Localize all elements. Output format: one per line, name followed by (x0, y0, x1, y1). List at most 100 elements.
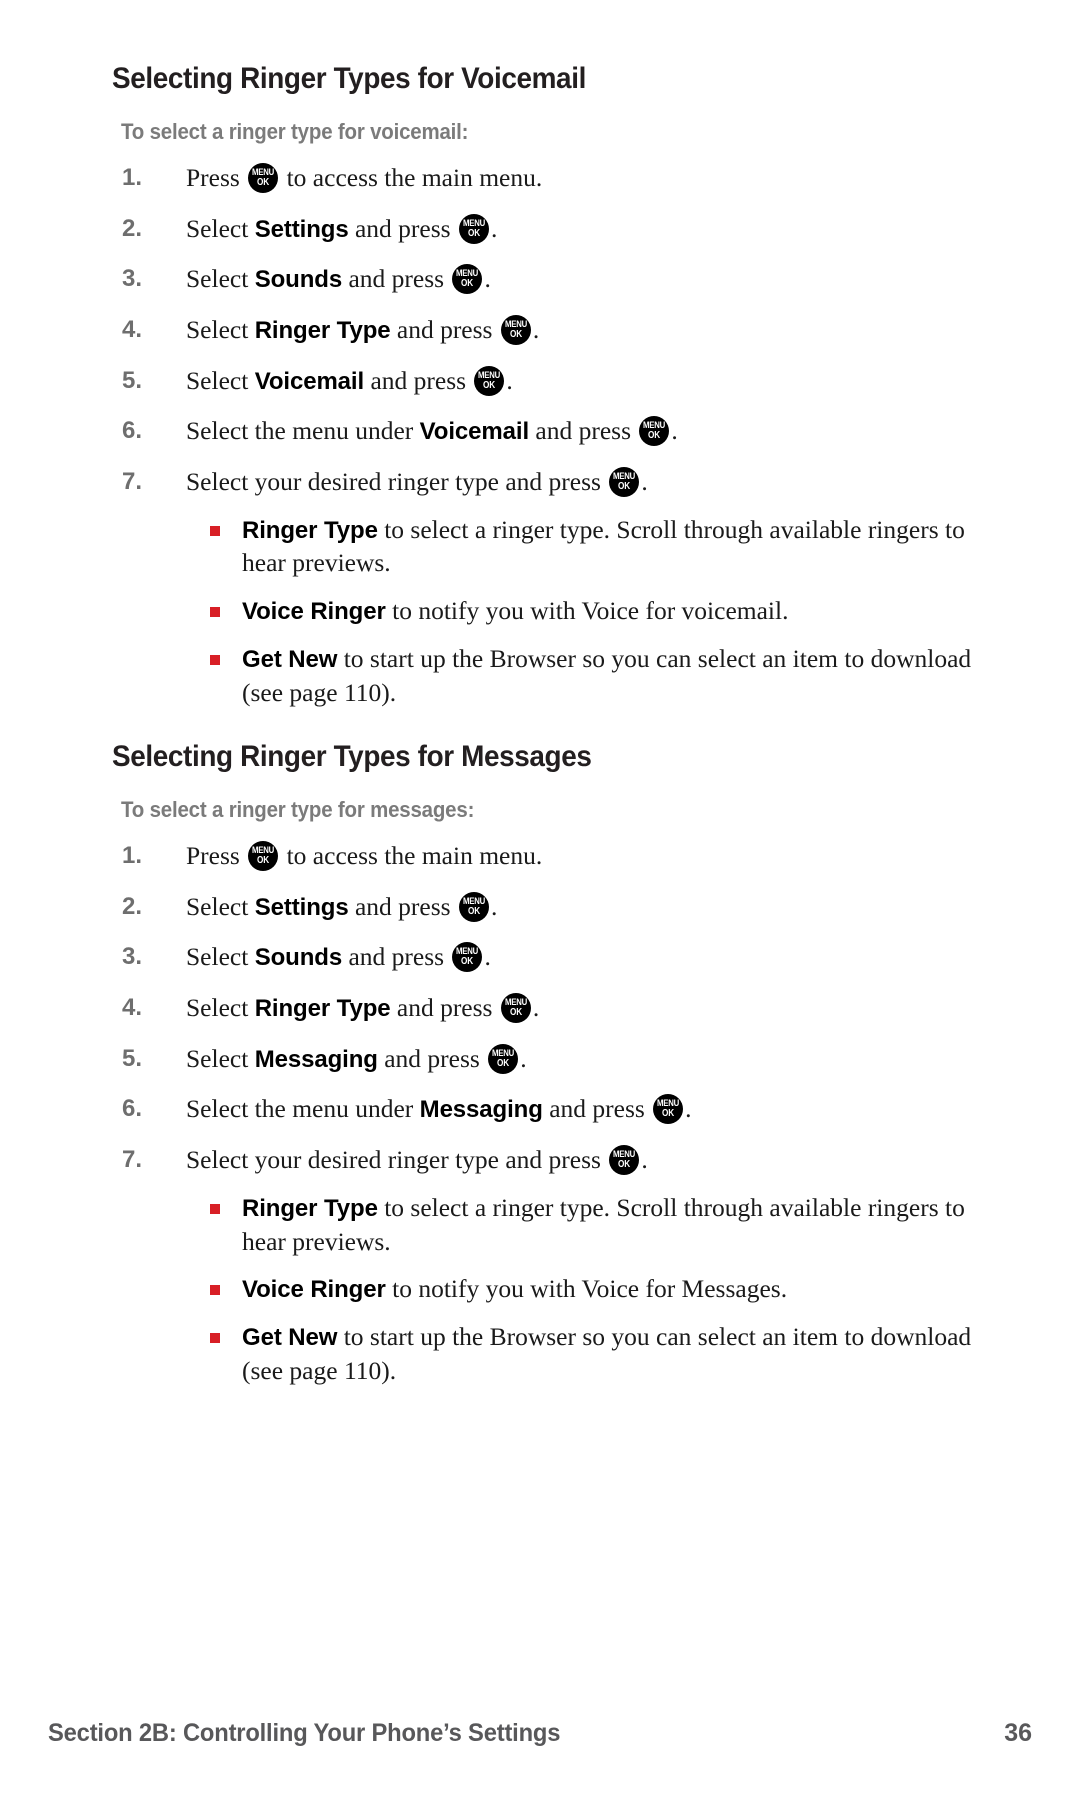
step-text-post: . (490, 891, 498, 921)
menu-ok-key-label-bottom: OK (509, 1006, 522, 1018)
step-text-mid: and press (390, 992, 499, 1022)
list-item: 5. Select Voicemail and press MENU OK. (112, 364, 972, 398)
menu-ok-key-icon: MENU OK (248, 162, 279, 193)
list-item: Get New to start up the Browser so you c… (208, 642, 972, 710)
step-text-post: to access the main menu. (280, 840, 543, 870)
list-item: 5. Select Messaging and press MENU OK. (112, 1042, 972, 1076)
menu-term: Sounds (254, 944, 343, 972)
option-description: to notify you with Voice for Messages. (385, 1274, 788, 1304)
step-text: Select your desired ringer type and pres… (186, 465, 972, 499)
step-text-mid: and press (348, 213, 457, 243)
step-number: 2. (122, 214, 143, 242)
menu-ok-key-label-bottom: OK (467, 905, 480, 917)
menu-ok-key-label-bottom: OK (618, 1159, 631, 1170)
menu-ok-key-icon: MENU OK (609, 1145, 640, 1175)
step-text: Select Sounds and press MENU OK. (186, 940, 972, 974)
subheading-voicemail: To select a ringer type for voicemail: (121, 118, 469, 144)
ringer-option-list-voicemail: Ringer Type to select a ringer type. Scr… (208, 513, 972, 711)
step-number: 1. (122, 841, 143, 869)
list-item: 4. Select Ringer Type and press MENU OK. (112, 991, 972, 1025)
menu-ok-key-label-bottom: OK (467, 227, 480, 239)
step-number: 4. (122, 993, 143, 1021)
option-description: to start up the Browser so you can selec… (242, 644, 972, 708)
step-text-pre: Select (186, 264, 255, 294)
list-item: 7. Select your desired ringer type and p… (112, 465, 972, 710)
square-bullet-icon (210, 655, 220, 666)
menu-ok-key-icon: MENU OK (500, 314, 531, 345)
step-text-post: . (506, 365, 513, 395)
square-bullet-icon (210, 1285, 220, 1296)
step-text-post: . (484, 264, 491, 294)
steps-list-messages: 1. Press MENU OK to access the main menu.… (112, 839, 972, 1388)
list-item: 6. Select the menu under Voicemail and p… (112, 414, 972, 448)
list-item: 3. Select Sounds and press MENU OK. (112, 940, 972, 974)
step-text-pre: Select the menu under (186, 416, 420, 446)
step-text-post: . (671, 416, 678, 446)
menu-ok-key-icon: MENU OK (458, 891, 489, 922)
menu-ok-key-icon: MENU OK (474, 365, 505, 396)
step-text-post: . (520, 1043, 527, 1073)
menu-ok-key-icon: MENU OK (609, 466, 640, 497)
menu-ok-key-icon: MENU OK (248, 840, 279, 871)
step-text-pre: Select (186, 942, 255, 972)
step-text-mid: and press (529, 416, 638, 446)
step-text-pre: Select (186, 1043, 255, 1073)
step-text-post: . (490, 213, 498, 243)
step-text: Select Settings and press MENU OK. (186, 890, 972, 924)
list-item: Ringer Type to select a ringer type. Scr… (208, 1191, 972, 1259)
step-text: Select Sounds and press MENU OK. (186, 262, 972, 296)
menu-ok-key-label-bottom: OK (257, 176, 270, 188)
menu-term: Messaging (254, 1045, 378, 1073)
square-bullet-icon (210, 525, 220, 536)
step-number: 2. (122, 892, 143, 920)
menu-ok-key-icon: MENU OK (458, 213, 489, 244)
list-item: 1. Press MENU OK to access the main menu. (112, 839, 972, 873)
menu-term: Voicemail (254, 367, 365, 395)
step-text: Select Ringer Type and press MENU OK. (186, 991, 972, 1025)
option-term: Ringer Type (242, 516, 378, 544)
menu-term: Settings (254, 893, 349, 921)
manual-page: Selecting Ringer Types for Voicemail To … (0, 0, 1080, 1800)
menu-ok-key-icon: MENU OK (639, 416, 670, 447)
step-text-pre: Press (186, 162, 247, 192)
menu-ok-key-label-bottom: OK (483, 379, 496, 391)
option-term: Voice Ringer (242, 1276, 386, 1304)
footer-section-label: Section 2B: Controlling Your Phone’s Set… (48, 1719, 561, 1747)
option-description: to start up the Browser so you can selec… (242, 1322, 972, 1386)
menu-term: Voicemail (419, 418, 530, 446)
step-text-mid: and press (542, 1094, 652, 1124)
step-text-mid: and press (390, 314, 499, 344)
step-text-pre: Select (186, 891, 255, 921)
list-item: 2. Select Settings and press MENU OK. (112, 890, 972, 924)
step-number: 6. (122, 1095, 143, 1123)
option-description: to notify you with Voice for voicemail. (385, 596, 789, 626)
menu-ok-key-icon: MENU OK (452, 264, 483, 295)
step-text-pre: Select (186, 992, 255, 1022)
step-text-pre: Select (186, 314, 255, 344)
menu-ok-key-icon: MENU OK (653, 1094, 684, 1125)
step-text-pre: Select your desired ringer type and pres… (186, 1145, 608, 1174)
list-item: Ringer Type to select a ringer type. Scr… (208, 513, 972, 581)
step-text: Select Settings and press MENU OK. (186, 212, 972, 246)
menu-term: Ringer Type (254, 994, 391, 1022)
square-bullet-icon (210, 1203, 220, 1214)
step-text: Select the menu under Messaging and pres… (186, 1092, 972, 1126)
step-text: Press MENU OK to access the main menu. (186, 161, 972, 195)
step-number: 6. (122, 417, 143, 445)
step-text-mid: and press (364, 365, 473, 395)
step-text-pre: Select (186, 213, 255, 243)
step-text-post: . (685, 1094, 692, 1124)
step-text-post: to access the main menu. (280, 162, 543, 192)
page-footer: Section 2B: Controlling Your Phone’s Set… (48, 1719, 1032, 1748)
step-number: 7. (122, 1146, 143, 1173)
step-text-post: . (641, 1145, 648, 1174)
steps-list-voicemail: 1. Press MENU OK to access the main menu.… (112, 161, 972, 710)
list-item: 6. Select the menu under Messaging and p… (112, 1092, 972, 1126)
option-term: Voice Ringer (242, 598, 386, 626)
option-term: Get New (242, 1324, 338, 1352)
step-text-pre: Select (186, 365, 255, 395)
list-item: 4. Select Ringer Type and press MENU OK. (112, 313, 972, 347)
sub-bullets-wrapper: Ringer Type to select a ringer type. Scr… (208, 513, 972, 711)
section-voicemail: Selecting Ringer Types for Voicemail To … (112, 62, 972, 710)
